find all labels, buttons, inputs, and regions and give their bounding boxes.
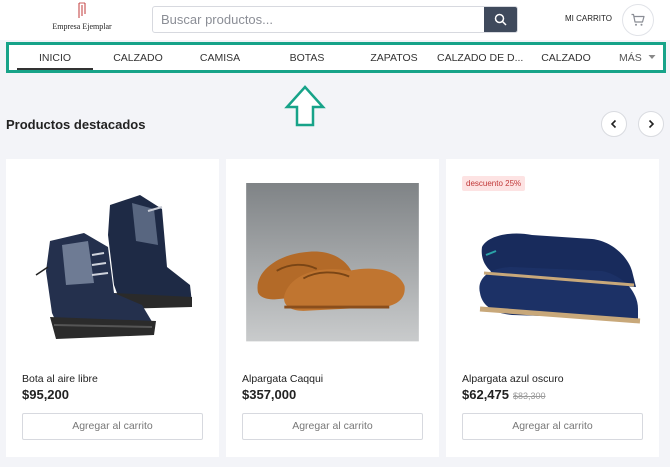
nav-item-calzado-2[interactable]: CALZADO [533,45,599,70]
product-image[interactable] [22,175,203,349]
nav-item-calzado-de-d[interactable]: CALZADO DE D... [437,45,523,70]
nav-item-inicio[interactable]: INICIO [17,45,93,70]
product-name[interactable]: Bota al aire libre [22,373,98,385]
up-arrow-icon [284,85,326,127]
nav-item-camisa[interactable]: CAMISA [189,45,251,70]
price-current: $357,000 [242,387,297,402]
product-card[interactable]: Bota al aire libre $95,200 Agregar al ca… [6,159,219,457]
product-image[interactable] [462,175,643,349]
search-input[interactable] [153,7,486,32]
price-current: $95,200 [22,387,69,402]
nav-item-botas[interactable]: BOTAS [277,45,337,70]
product-card[interactable]: Alpargata Caqqui $357,000 Agregar al car… [226,159,439,457]
price-original: $83,300 [513,391,546,401]
cart-label[interactable]: MI CARRITO [565,14,612,23]
brand-name: Empresa Ejemplar [52,22,112,31]
add-to-cart-button[interactable]: Agregar al carrito [22,413,203,440]
nav-item-zapatos[interactable]: ZAPATOS [359,45,429,70]
brand-logo[interactable]: Empresa Ejemplar [48,2,116,36]
search-bar [152,6,518,33]
add-to-cart-button[interactable]: Agregar al carrito [242,413,423,440]
product-price: $357,000 [242,387,296,402]
product-name[interactable]: Alpargata Caqqui [242,373,323,385]
discount-badge: descuento 25% [462,176,526,191]
product-image[interactable] [242,183,423,349]
product-price: $95,200 [22,387,69,402]
chevron-left-icon [610,119,617,129]
carousel-next-button[interactable] [638,111,664,137]
product-name[interactable]: Alpargata azul oscuro [462,373,564,385]
cart-icon [631,13,645,26]
search-icon [494,13,507,26]
carousel-prev-button[interactable] [601,111,627,137]
category-nav: INICIO CALZADO CAMISA BOTAS ZAPATOS CALZ… [6,42,666,73]
logo-mark-icon [78,2,86,18]
nav-more-dropdown[interactable]: MÁS [619,45,656,70]
chevron-down-icon [648,55,656,59]
chevron-right-icon [648,119,655,129]
header: Empresa Ejemplar MI CARRITO [0,0,670,40]
cart-button[interactable] [622,4,654,36]
product-price: $62,475 $83,300 [462,387,546,402]
section-title: Productos destacados [6,117,146,132]
nav-item-calzado[interactable]: CALZADO [103,45,173,70]
price-current: $62,475 [462,387,509,402]
nav-more-label: MÁS [619,52,642,64]
add-to-cart-button[interactable]: Agregar al carrito [462,413,643,440]
search-button[interactable] [484,7,517,32]
product-card[interactable]: descuento 25% Alpargata azul oscuro $62,… [446,159,659,457]
